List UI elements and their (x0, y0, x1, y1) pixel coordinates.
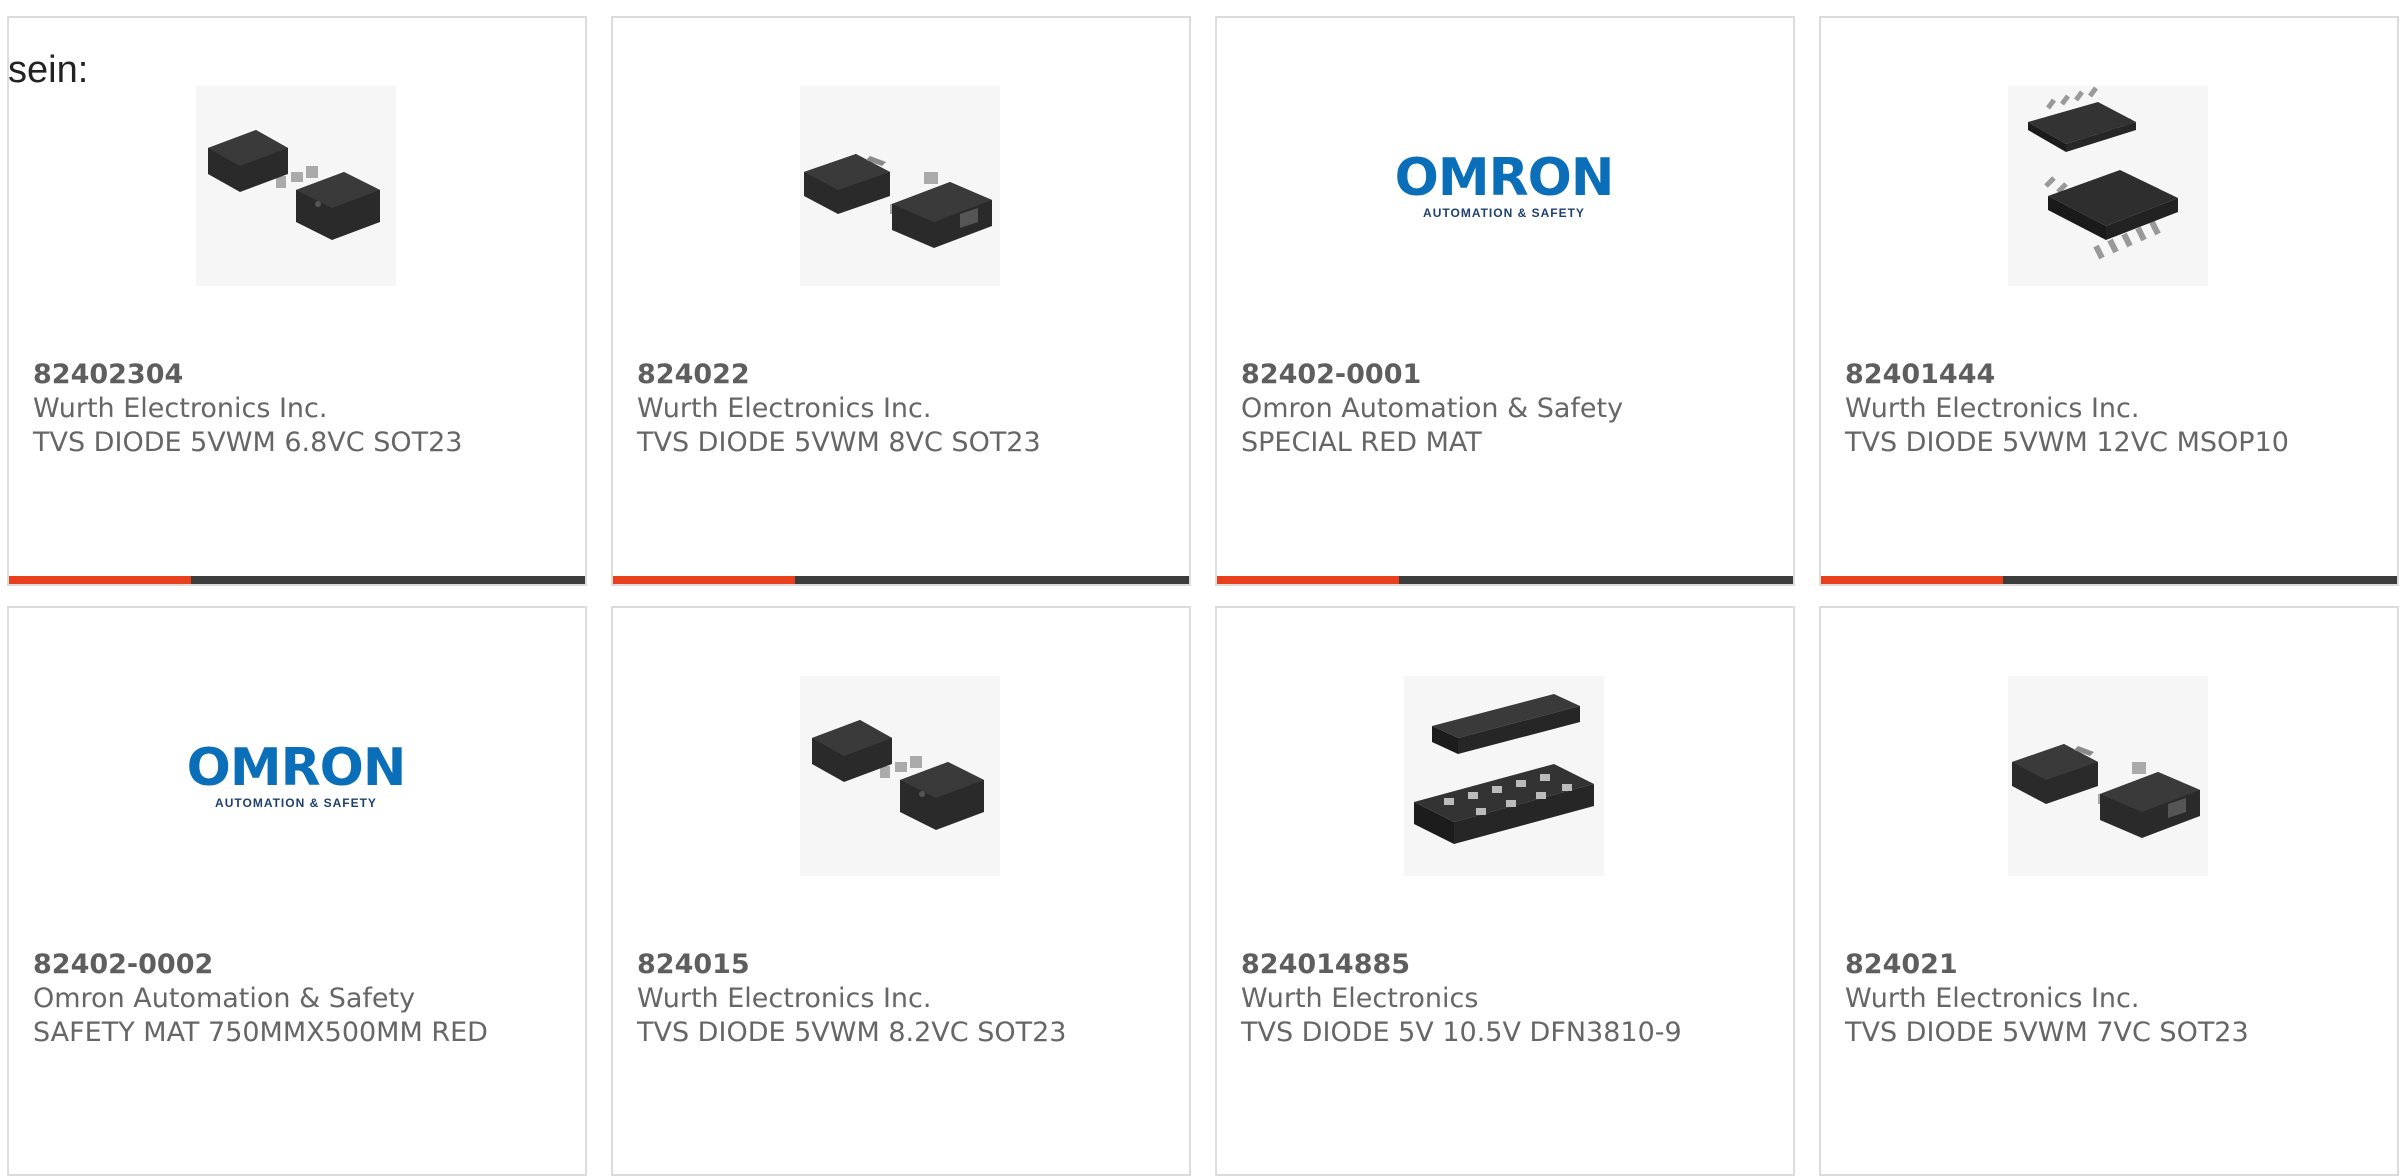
manufacturer-name: Omron Automation & Safety (1241, 393, 1624, 424)
part-number[interactable]: 82401444 (1845, 358, 2289, 392)
part-number[interactable]: 824021 (1845, 948, 2249, 982)
card-text-block: 82401444 Wurth Electronics Inc. TVS DIOD… (1845, 358, 2289, 460)
manufacturer-name: Wurth Electronics Inc. (637, 983, 932, 1014)
card-progress-bar (1217, 576, 1793, 584)
card-text-block: 824021 Wurth Electronics Inc. TVS DIODE … (1845, 948, 2249, 1050)
omron-logo: OMRON AUTOMATION & SAFETY (1394, 86, 1615, 286)
omron-logo: OMRON AUTOMATION & SAFETY (186, 676, 407, 876)
card-bar-accent (1821, 576, 2003, 584)
card-bar-accent (613, 576, 795, 584)
product-card[interactable]: 824022 Wurth Electronics Inc. TVS DIODE … (611, 16, 1191, 586)
card-text-block: 824022 Wurth Electronics Inc. TVS DIODE … (637, 358, 1041, 460)
product-description: TVS DIODE 5VWM 8VC SOT23 (637, 427, 1041, 458)
manufacturer-name: Omron Automation & Safety (33, 983, 416, 1014)
msop10-package-icon (2008, 86, 2208, 286)
manufacturer-name: Wurth Electronics (1241, 983, 1479, 1014)
product-card[interactable]: OMRON AUTOMATION & SAFETY 82402-0002 Omr… (7, 606, 587, 1176)
card-text-block: 824014885 Wurth Electronics TVS DIODE 5V… (1241, 948, 1682, 1050)
card-bar-accent (1217, 576, 1399, 584)
product-description: SPECIAL RED MAT (1241, 427, 1482, 458)
part-number[interactable]: 824014885 (1241, 948, 1682, 982)
omron-logo-subtext: AUTOMATION & SAFETY (215, 796, 377, 810)
omron-logo-text: OMRON (186, 738, 407, 798)
card-text-block: 82402304 Wurth Electronics Inc. TVS DIOD… (33, 358, 462, 460)
omron-logo-subtext: AUTOMATION & SAFETY (1423, 206, 1585, 220)
part-number[interactable]: 82402-0001 (1241, 358, 1623, 392)
manufacturer-name: Wurth Electronics Inc. (33, 393, 328, 424)
manufacturer-name: Wurth Electronics Inc. (1845, 393, 2140, 424)
card-progress-bar (613, 576, 1189, 584)
sot23-3-package-icon (2008, 676, 2208, 876)
intro-text: sein: (8, 49, 89, 91)
card-progress-bar (1821, 576, 2397, 584)
product-description: TVS DIODE 5VWM 12VC MSOP10 (1845, 427, 2289, 458)
sot23-6-package-icon (196, 86, 396, 286)
card-text-block: 82402-0002 Omron Automation & Safety SAF… (33, 948, 488, 1050)
part-number[interactable]: 82402304 (33, 358, 462, 392)
product-description: SAFETY MAT 750MMX500MM RED (33, 1017, 488, 1048)
product-card[interactable]: 824014885 Wurth Electronics TVS DIODE 5V… (1215, 606, 1795, 1176)
part-number[interactable]: 824022 (637, 358, 1041, 392)
product-grid: 82402304 Wurth Electronics Inc. TVS DIOD… (7, 16, 2399, 1176)
product-card[interactable]: 824021 Wurth Electronics Inc. TVS DIODE … (1819, 606, 2399, 1176)
product-card[interactable]: 824015 Wurth Electronics Inc. TVS DIODE … (611, 606, 1191, 1176)
manufacturer-name: Wurth Electronics Inc. (637, 393, 932, 424)
part-number[interactable]: 824015 (637, 948, 1066, 982)
omron-logo-text: OMRON (1394, 148, 1615, 208)
product-description: TVS DIODE 5VWM 6.8VC SOT23 (33, 427, 463, 458)
dfn3810-package-icon (1404, 676, 1604, 876)
product-card[interactable]: 82402304 Wurth Electronics Inc. TVS DIOD… (7, 16, 587, 586)
product-card[interactable]: 82401444 Wurth Electronics Inc. TVS DIOD… (1819, 16, 2399, 586)
card-text-block: 824015 Wurth Electronics Inc. TVS DIODE … (637, 948, 1066, 1050)
product-description: TVS DIODE 5VWM 7VC SOT23 (1845, 1017, 2249, 1048)
card-progress-bar (9, 576, 585, 584)
part-number[interactable]: 82402-0002 (33, 948, 488, 982)
card-bar-accent (9, 576, 191, 584)
sot23-3-package-icon (800, 86, 1000, 286)
manufacturer-name: Wurth Electronics Inc. (1845, 983, 2140, 1014)
product-description: TVS DIODE 5VWM 8.2VC SOT23 (637, 1017, 1067, 1048)
card-text-block: 82402-0001 Omron Automation & Safety SPE… (1241, 358, 1623, 460)
product-description: TVS DIODE 5V 10.5V DFN3810-9 (1241, 1017, 1682, 1048)
product-card[interactable]: OMRON AUTOMATION & SAFETY 82402-0001 Omr… (1215, 16, 1795, 586)
sot23-6-package-icon (800, 676, 1000, 876)
